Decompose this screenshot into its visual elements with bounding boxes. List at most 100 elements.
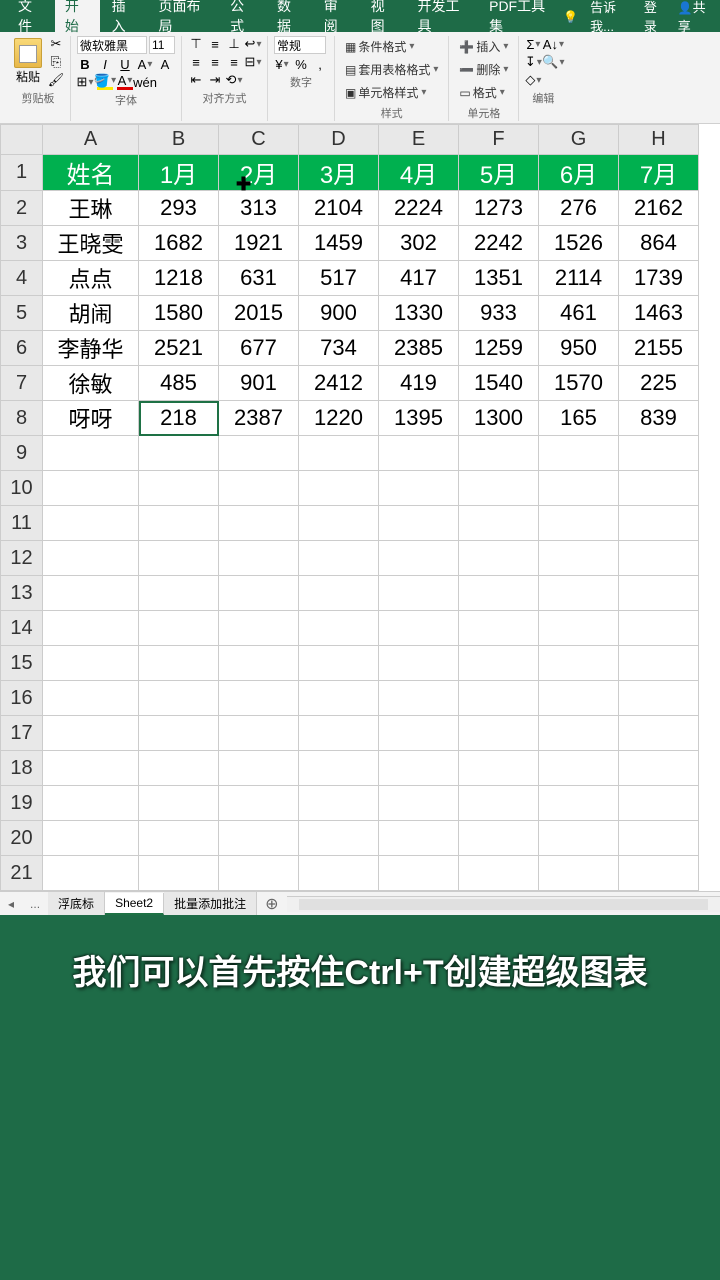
cell-G14[interactable] (539, 611, 619, 646)
cell-A16[interactable] (43, 681, 139, 716)
cell-C9[interactable] (219, 436, 299, 471)
cell-H7[interactable]: 225 (619, 366, 699, 401)
cell-G6[interactable]: 950 (539, 331, 619, 366)
cell-E8[interactable]: 1395 (379, 401, 459, 436)
cell-F19[interactable] (459, 786, 539, 821)
row-header-1[interactable]: 1 (1, 155, 43, 191)
cell-H4[interactable]: 1739 (619, 261, 699, 296)
cell-F17[interactable] (459, 716, 539, 751)
cell-E6[interactable]: 2385 (379, 331, 459, 366)
cell-B10[interactable] (139, 471, 219, 506)
col-header-A[interactable]: A (43, 125, 139, 155)
cell-C1[interactable]: 2月 (219, 155, 299, 191)
cell-C3[interactable]: 1921 (219, 226, 299, 261)
cell-C21[interactable] (219, 856, 299, 891)
cell-G20[interactable] (539, 821, 619, 856)
cell-B8[interactable]: 218 (139, 401, 219, 436)
cell-E19[interactable] (379, 786, 459, 821)
cell-A5[interactable]: 胡闹 (43, 296, 139, 331)
row-header-6[interactable]: 6 (1, 331, 43, 366)
cell-D1[interactable]: 3月 (299, 155, 379, 191)
cell-G11[interactable] (539, 506, 619, 541)
cell-C11[interactable] (219, 506, 299, 541)
cell-C14[interactable] (219, 611, 299, 646)
cell-H12[interactable] (619, 541, 699, 576)
cell-D18[interactable] (299, 751, 379, 786)
currency-icon[interactable]: ¥ (274, 56, 290, 72)
row-header-14[interactable]: 14 (1, 611, 43, 646)
cell-D11[interactable] (299, 506, 379, 541)
cell-A13[interactable] (43, 576, 139, 611)
cell-G1[interactable]: 6月 (539, 155, 619, 191)
cell-A1[interactable]: 姓名 (43, 155, 139, 191)
row-header-16[interactable]: 16 (1, 681, 43, 716)
cell-E17[interactable] (379, 716, 459, 751)
cell-C5[interactable]: 2015 (219, 296, 299, 331)
cell-G13[interactable] (539, 576, 619, 611)
cell-G10[interactable] (539, 471, 619, 506)
cell-F21[interactable] (459, 856, 539, 891)
align-mid-icon[interactable]: ≡ (207, 36, 223, 52)
cell-A18[interactable] (43, 751, 139, 786)
clear-icon[interactable]: ◇ (525, 72, 541, 88)
cell-H19[interactable] (619, 786, 699, 821)
cell-D8[interactable]: 1220 (299, 401, 379, 436)
row-header-19[interactable]: 19 (1, 786, 43, 821)
cell-D19[interactable] (299, 786, 379, 821)
grow-font-icon[interactable]: A (137, 56, 153, 72)
cond-format-button[interactable]: ▦条件格式 (341, 36, 418, 57)
row-header-17[interactable]: 17 (1, 716, 43, 751)
cell-E13[interactable] (379, 576, 459, 611)
cell-A8[interactable]: 呀呀 (43, 401, 139, 436)
font-name-select[interactable] (77, 36, 147, 54)
cell-G7[interactable]: 1570 (539, 366, 619, 401)
cell-E11[interactable] (379, 506, 459, 541)
cell-F14[interactable] (459, 611, 539, 646)
cell-A12[interactable] (43, 541, 139, 576)
cell-G4[interactable]: 2114 (539, 261, 619, 296)
cell-G3[interactable]: 1526 (539, 226, 619, 261)
align-right-icon[interactable]: ≡ (226, 54, 242, 70)
cell-A4[interactable]: 点点 (43, 261, 139, 296)
col-header-H[interactable]: H (619, 125, 699, 155)
cell-C8[interactable]: 2387 (219, 401, 299, 436)
cell-E16[interactable] (379, 681, 459, 716)
cell-D14[interactable] (299, 611, 379, 646)
align-left-icon[interactable]: ≡ (188, 54, 204, 70)
cell-H17[interactable] (619, 716, 699, 751)
cell-A21[interactable] (43, 856, 139, 891)
cell-D2[interactable]: 2104 (299, 191, 379, 226)
number-format-select[interactable] (274, 36, 326, 54)
cell-F6[interactable]: 1259 (459, 331, 539, 366)
cell-E21[interactable] (379, 856, 459, 891)
cell-C17[interactable] (219, 716, 299, 751)
sheet-nav-more[interactable]: ... (22, 897, 48, 911)
cell-G21[interactable] (539, 856, 619, 891)
add-sheet-button[interactable]: ⊕ (257, 894, 286, 914)
cell-G18[interactable] (539, 751, 619, 786)
cell-C10[interactable] (219, 471, 299, 506)
cell-D16[interactable] (299, 681, 379, 716)
sheet-nav-prev[interactable]: ◂ (0, 897, 22, 911)
cell-H21[interactable] (619, 856, 699, 891)
cell-B1[interactable]: 1月 (139, 155, 219, 191)
underline-button[interactable]: U (117, 56, 133, 72)
indent-inc-icon[interactable]: ⇥ (207, 72, 223, 88)
row-header-21[interactable]: 21 (1, 856, 43, 891)
sheet-tab-3[interactable]: 批量添加批注 (164, 892, 257, 915)
merge-icon[interactable]: ⊟ (245, 54, 261, 70)
insert-button[interactable]: ➕插入 (455, 36, 512, 57)
cell-E2[interactable]: 2224 (379, 191, 459, 226)
cell-H10[interactable] (619, 471, 699, 506)
cell-B14[interactable] (139, 611, 219, 646)
cell-A9[interactable] (43, 436, 139, 471)
sheet-tab-1[interactable]: 浮底标 (48, 892, 105, 915)
cell-A14[interactable] (43, 611, 139, 646)
cell-D20[interactable] (299, 821, 379, 856)
table-format-button[interactable]: ▤套用表格格式 (341, 59, 442, 80)
cell-B17[interactable] (139, 716, 219, 751)
comma-icon[interactable]: , (312, 56, 328, 72)
cell-C2[interactable]: 313 (219, 191, 299, 226)
cell-B16[interactable] (139, 681, 219, 716)
indent-dec-icon[interactable]: ⇤ (188, 72, 204, 88)
